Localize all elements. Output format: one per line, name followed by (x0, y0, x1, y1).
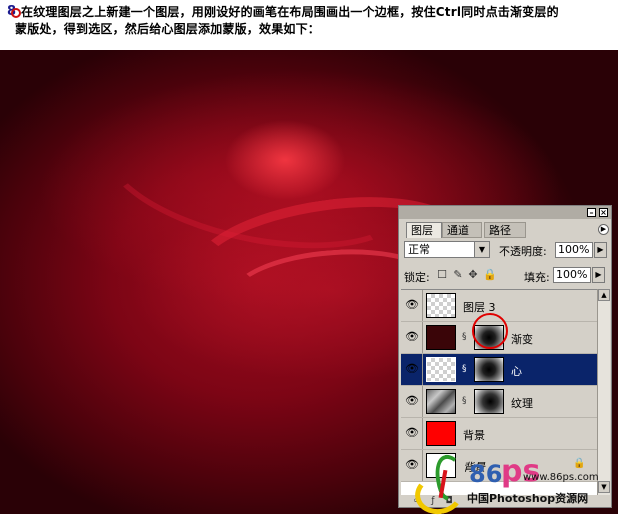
divider (422, 386, 423, 417)
watermark: 86 ps www.86ps.com 中国Photoshop资源网 (405, 449, 615, 518)
highlight-circle (472, 313, 508, 349)
layer-name: 渐变 (511, 333, 533, 346)
divider (422, 418, 423, 449)
scroll-up-icon[interactable]: ▲ (598, 289, 610, 301)
eye-icon[interactable]: 👁 (405, 299, 419, 310)
eye-icon[interactable]: 👁 (405, 395, 419, 406)
instruction-line-1: 在纹理图层之上新建一个图层，用刚设好的画笔在布局围画出一个边框，按住Ctrl同时… (21, 5, 559, 19)
step-badge: 8 (3, 3, 21, 19)
blend-mode-value: 正常 (408, 243, 430, 256)
layer-row[interactable]: 👁 § 纹理 (401, 386, 597, 418)
step-circle-icon (11, 8, 21, 18)
layer-thumbnail (426, 389, 456, 414)
layer-name: 背景 (463, 429, 485, 442)
layer-thumbnail (426, 421, 456, 446)
divider (422, 290, 423, 321)
layer-thumbnail (426, 325, 456, 350)
fill-field[interactable]: 100% (553, 267, 591, 283)
divider (422, 354, 423, 385)
layer-mask-thumbnail[interactable] (474, 389, 504, 414)
eye-icon[interactable]: 👁 (405, 427, 419, 438)
opacity-field[interactable]: 100% (555, 242, 593, 258)
lock-move-icon[interactable]: ✥ (467, 269, 479, 281)
tab-layers[interactable]: 图层 (406, 222, 442, 238)
lock-row: 锁定: ☐ ✎ ✥ 🔒 填充: 100% ▶ (403, 267, 609, 284)
lock-all-icon[interactable]: 🔒 (483, 269, 497, 281)
divider (422, 322, 423, 353)
close-icon[interactable]: × (599, 208, 608, 217)
lock-transparency-icon[interactable]: ☐ (436, 269, 448, 281)
watermark-url: www.86ps.com (523, 472, 599, 483)
link-icon[interactable]: § (462, 396, 468, 406)
link-icon[interactable]: § (462, 364, 468, 374)
fill-arrow-icon[interactable]: ▶ (592, 267, 605, 283)
watermark-site-name: 中国Photoshop资源网 (467, 492, 589, 505)
eye-icon[interactable]: 👁 (405, 363, 419, 374)
lock-paint-icon[interactable]: ✎ (452, 269, 464, 281)
eye-icon[interactable]: 👁 (405, 331, 419, 342)
palette-menu-icon[interactable]: ▶ (598, 224, 609, 235)
layer-name: 心 (511, 365, 522, 378)
layer-row[interactable]: 👁 背景 (401, 418, 597, 450)
blend-mode-select[interactable]: 正常 ▼ (404, 241, 490, 258)
tab-paths[interactable]: 路径 (484, 222, 526, 238)
opacity-label: 不透明度: (499, 245, 547, 258)
layer-thumbnail (426, 293, 456, 318)
opacity-arrow-icon[interactable]: ▶ (594, 242, 607, 258)
link-icon[interactable]: § (462, 332, 468, 342)
layer-name: 纹理 (511, 397, 533, 410)
instruction-line-2: 蒙版处，得到选区，然后给心图层添加蒙版，效果如下： (15, 22, 321, 36)
tab-channels[interactable]: 通道 (442, 222, 482, 238)
palette-titlebar[interactable]: – × (399, 206, 611, 219)
chevron-down-icon[interactable]: ▼ (474, 242, 489, 257)
layer-row-selected[interactable]: 👁 § 心 (401, 354, 597, 386)
watermark-logo-86: 86 (469, 460, 503, 488)
lock-label: 锁定: (404, 271, 430, 284)
fill-label: 填充: (524, 271, 550, 284)
layer-thumbnail (426, 357, 456, 382)
minimize-icon[interactable]: – (587, 208, 596, 217)
instruction-header: 8 在纹理图层之上新建一个图层，用刚设好的画笔在布局围画出一个边框，按住Ctrl… (0, 0, 618, 50)
layer-mask-thumbnail[interactable] (474, 357, 504, 382)
